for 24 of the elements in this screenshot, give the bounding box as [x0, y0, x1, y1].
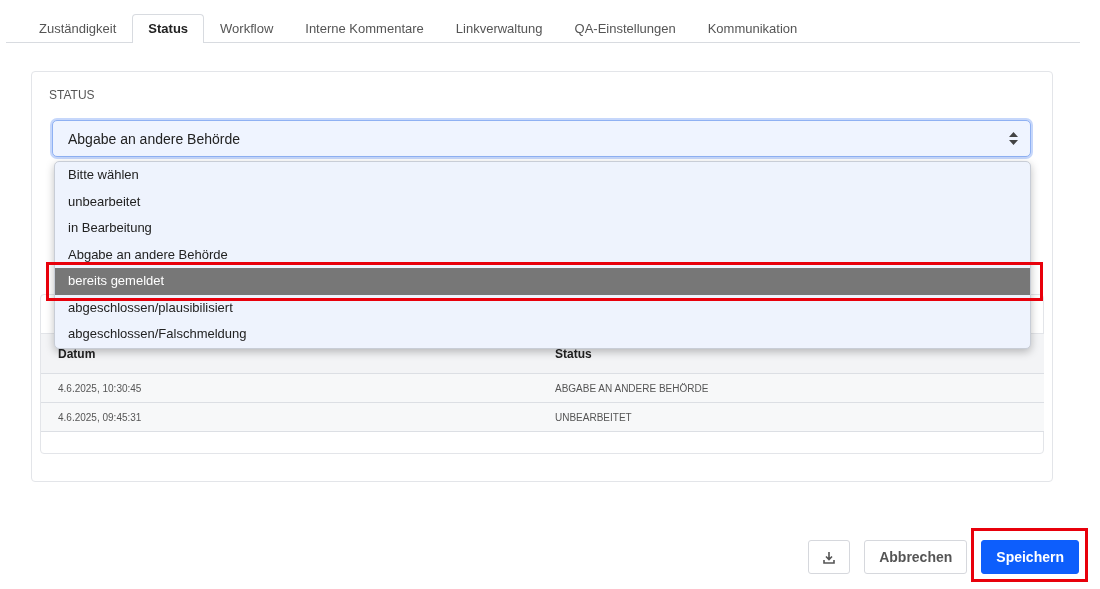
table-cell: UNBEARBEITET	[538, 402, 1044, 432]
dropdown-option[interactable]: abgeschlossen/plausibilisiert	[55, 294, 1030, 321]
tab[interactable]: Zuständigkeit	[23, 14, 133, 43]
status-select[interactable]: Abgabe an andere Behörde	[52, 120, 1031, 157]
dropdown-option[interactable]: Abgabe an andere Behörde	[55, 241, 1030, 268]
sort-caret-icon	[1009, 132, 1018, 145]
download-button[interactable]	[808, 540, 851, 574]
tab[interactable]: Kommunikation	[691, 14, 814, 43]
tab[interactable]: Linkverwaltung	[439, 14, 559, 43]
tab[interactable]: QA-Einstellungen	[558, 14, 692, 43]
tab[interactable]: Workflow	[204, 14, 290, 43]
table-cell: 4.6.2025, 10:30:45	[41, 373, 538, 403]
table-cell: 4.6.2025, 09:45:31	[41, 402, 538, 432]
table-cell: ABGABE AN ANDERE BEHÖRDE	[538, 373, 1044, 403]
section-heading: STATUS	[49, 88, 95, 102]
cancel-button[interactable]: Abbrechen	[864, 540, 968, 574]
download-icon	[823, 550, 836, 564]
dropdown-option[interactable]: bereits gemeldet	[55, 268, 1030, 295]
dropdown-option[interactable]: in Bearbeitung	[55, 215, 1030, 242]
dropdown-option[interactable]: unbearbeitet	[55, 188, 1030, 215]
save-button[interactable]: Speichern	[981, 540, 1079, 574]
tab[interactable]: Status	[132, 14, 205, 43]
dropdown-option[interactable]: Bitte wählen	[55, 162, 1030, 189]
tab[interactable]: Interne Kommentare	[289, 14, 440, 43]
